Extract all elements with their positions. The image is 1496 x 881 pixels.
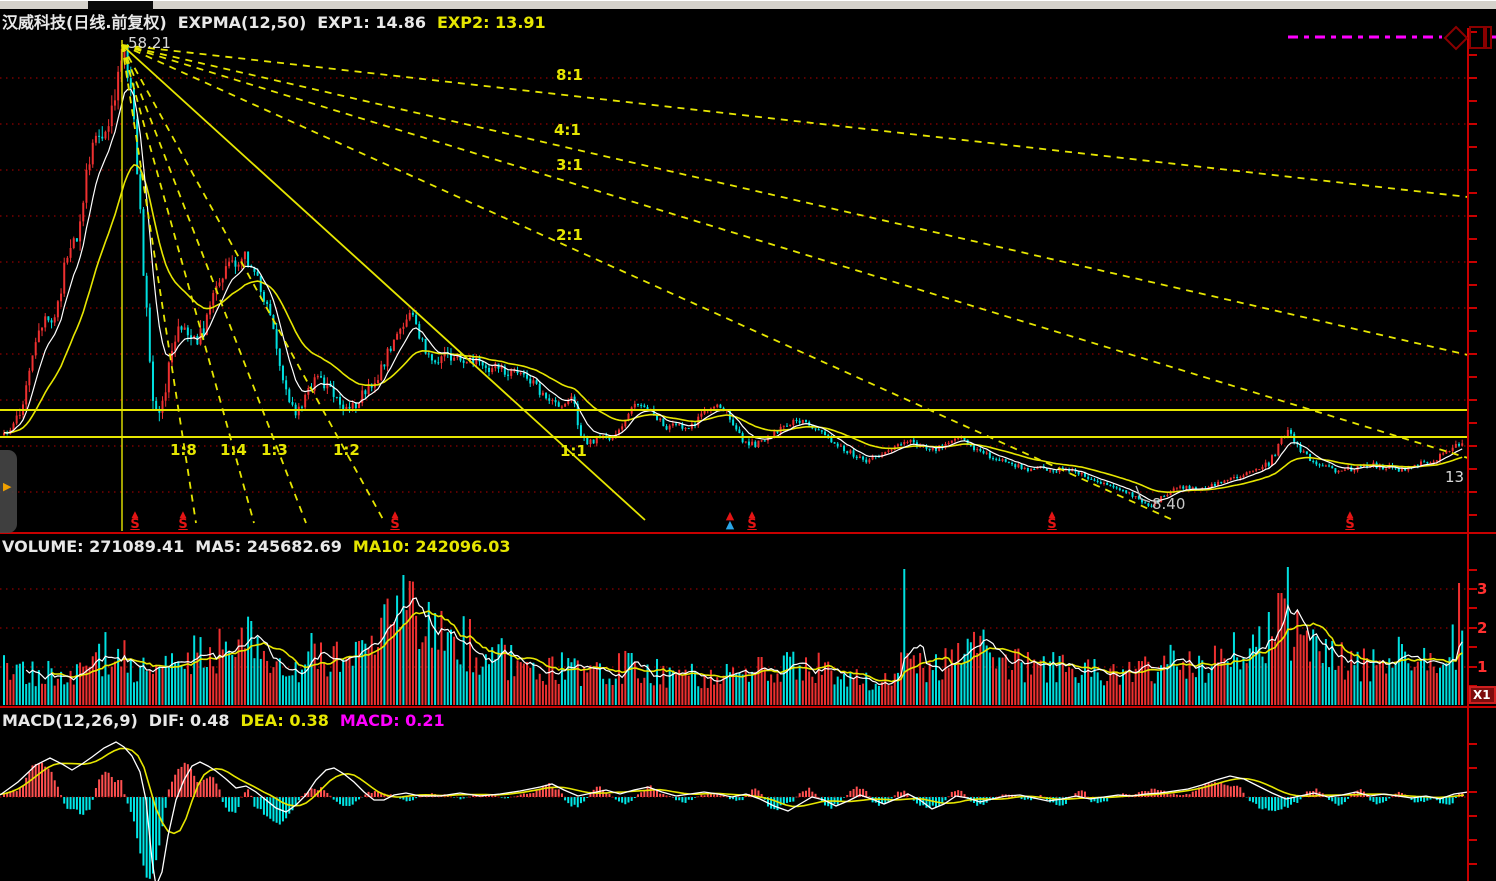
diamond-icon[interactable] xyxy=(1445,27,1467,49)
macd-name: MACD(12,26,9) xyxy=(2,711,138,730)
exp2-value: EXP2: 13.91 xyxy=(437,13,546,32)
sell-signal-marker: ▲S xyxy=(127,512,143,531)
sell-signal-marker: ▲S xyxy=(387,512,403,531)
gann-ratio-label: 1:3 xyxy=(261,441,288,459)
titlebar xyxy=(0,0,1496,9)
peak-price-label: 58.21 xyxy=(128,34,171,52)
gann-ratio-label: 2:1 xyxy=(556,226,583,244)
volume-value: VOLUME: 271089.41 xyxy=(2,537,184,556)
last-price-label: 13 xyxy=(1445,468,1467,486)
volume-bars xyxy=(3,567,1463,705)
gann-ratio-label: 1:2 xyxy=(333,441,360,459)
exp1-value: EXP1: 14.86 xyxy=(317,13,426,32)
macd-panel-header: MACD(12,26,9) DIF: 0.48 DEA: 0.38 MACD: 0.2… xyxy=(2,711,456,731)
sell-signal-marker: ▲S xyxy=(1044,512,1060,531)
chevron-right-icon: ▶ xyxy=(3,480,11,493)
sell-signal-marker: ▲S xyxy=(175,512,191,531)
indicator-label: EXPMA(12,50) xyxy=(178,13,307,32)
gann-ratio-label: 8:1 xyxy=(556,66,583,84)
dea-value: DEA: 0.38 xyxy=(241,711,329,730)
volume-multiplier-badge: X1 xyxy=(1469,686,1496,704)
flyout-tab[interactable]: ▶ xyxy=(0,450,17,533)
gann-ratio-label: 4:1 xyxy=(554,121,581,139)
macd-value: MACD: 0.21 xyxy=(340,711,445,730)
gann-ratio-label: 1:4 xyxy=(220,441,247,459)
gann-ratio-label: 3:1 xyxy=(556,156,583,174)
macd-lines xyxy=(0,742,1468,881)
gann-ratio-label: 1:1 xyxy=(560,442,587,460)
volume-ma10-value: MA10: 242096.03 xyxy=(353,537,511,556)
window-panes-icon[interactable] xyxy=(1470,27,1491,48)
app-window: 汉威科技(日线.前复权) EXPMA(12,50) EXP1: 14.86 EXP2:… xyxy=(0,0,1496,881)
volume-axis-tick-label: 2 xyxy=(1477,619,1487,637)
volume-ma5-value: MA5: 245682.69 xyxy=(195,537,342,556)
signal-double-triangle-marker: ▲▲ xyxy=(722,512,738,529)
stock-title: 汉威科技(日线.前复权) xyxy=(2,13,167,32)
low-price-label: 8.40 xyxy=(1152,495,1185,513)
sell-signal-marker: ▲S xyxy=(744,512,760,531)
expma-lines xyxy=(4,89,1462,501)
gann-ratio-label: 1:8 xyxy=(170,441,197,459)
volume-axis-tick-label: 1 xyxy=(1477,658,1487,676)
main-chart-header: 汉威科技(日线.前复权) EXPMA(12,50) EXP1: 14.86 EXP2:… xyxy=(2,9,557,29)
volume-axis-tick-label: 3 xyxy=(1477,580,1487,598)
volume-panel-header: VOLUME: 271089.41 MA5: 245682.69 MA10: 242… xyxy=(2,537,522,557)
sell-signal-marker: ▲S xyxy=(1342,512,1358,531)
dif-value: DIF: 0.48 xyxy=(149,711,230,730)
